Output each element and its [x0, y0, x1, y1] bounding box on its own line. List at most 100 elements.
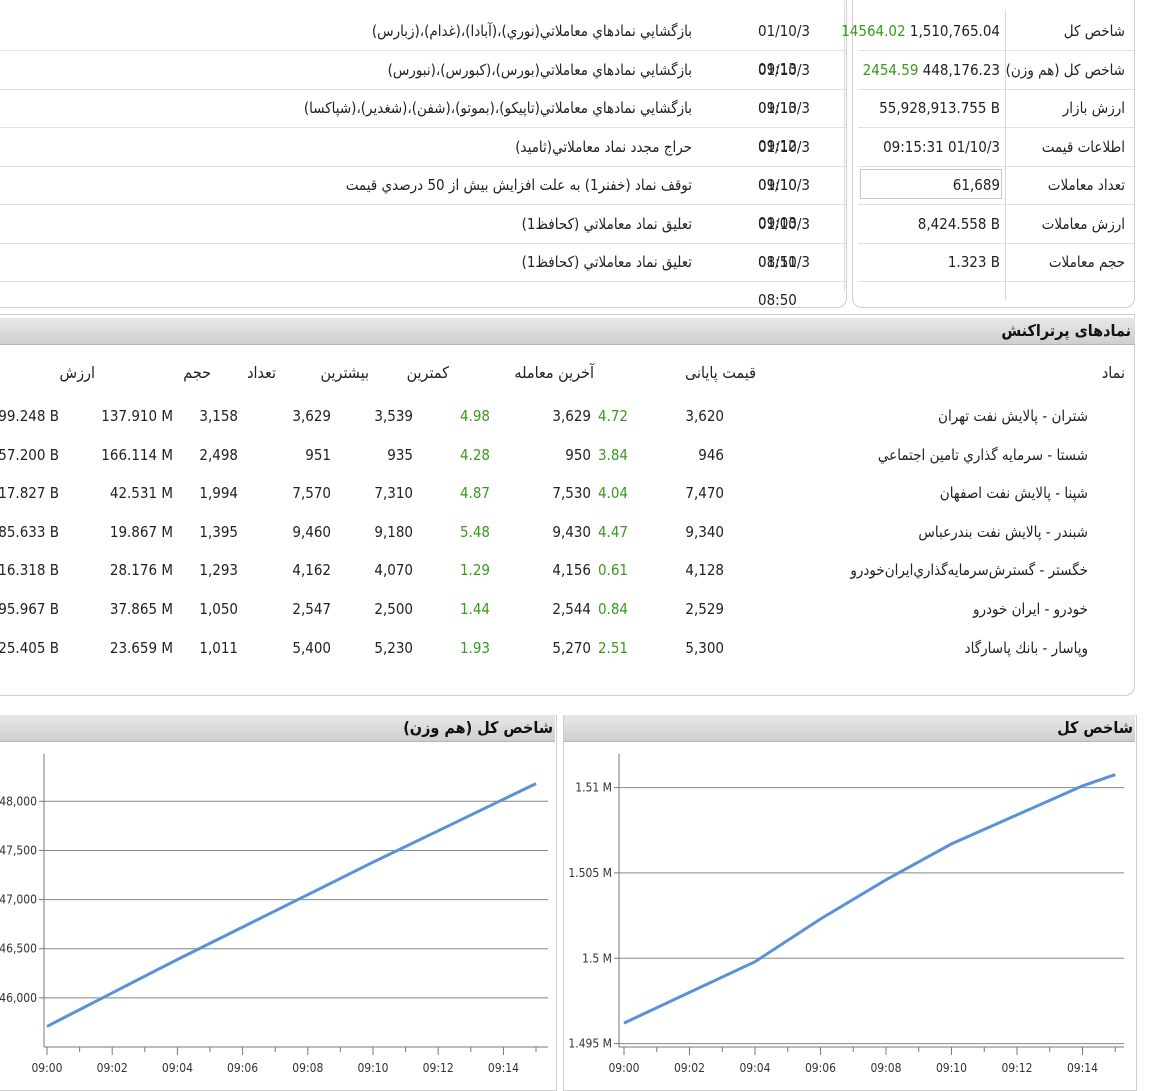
high-price: 5,400	[292, 638, 331, 657]
last-trade-percent: 1.29	[459, 561, 490, 580]
close-percent: 4.72	[597, 407, 628, 425]
table-row[interactable]: خگستر - گسترش‌سرمايه‌گذاري‌ايران‌خودرو 4,…	[0, 551, 1135, 589]
index-value: 1.323 B	[948, 243, 1000, 281]
last-trade-price: 7,530	[552, 484, 591, 503]
x-tick-label: 09:12	[423, 1061, 454, 1075]
x-tick-label: 09:02	[97, 1061, 128, 1075]
table-row[interactable]: شتران - پالايش نفت تهران 3,620 4.72 3,629 4.…	[0, 397, 1135, 435]
last-trade-percent: 4.87	[459, 484, 490, 503]
trade-count: 1,293	[199, 561, 238, 580]
y-tick-label: 447,000	[0, 893, 37, 907]
header-volume[interactable]: حجم	[183, 363, 211, 382]
message-time: 01/10/3 09:13	[758, 60, 811, 117]
row-separator	[0, 127, 846, 128]
index-number: 1,510,765.04	[909, 22, 1000, 40]
x-tick-label: 09:08	[292, 1061, 323, 1075]
y-tick-label: 1.495 M	[568, 1037, 612, 1051]
index-label: شاخص كل	[1063, 22, 1125, 40]
x-tick-label: 09:06	[805, 1061, 836, 1075]
trade-count: 1,994	[199, 484, 238, 503]
trade-volume: 28.176 M	[109, 561, 173, 580]
trade-value: 185.633 B	[0, 522, 59, 541]
symbol-name[interactable]: شستا - سرمايه گذاري تامين اجتماعي	[878, 436, 1088, 474]
row-separator	[0, 281, 846, 282]
message-text: بازگشايي نمادهاي معاملاتي(بورس)،(كبورس)،…	[387, 60, 692, 79]
header-last-trade[interactable]: آخرین معامله	[514, 363, 594, 382]
x-tick-label: 09:08	[870, 1061, 901, 1075]
symbol-name[interactable]: شبندر - پالايش نفت بندرعباس	[918, 513, 1088, 551]
trade-value: 116.318 B	[0, 561, 59, 580]
y-tick-label: 1.5 M	[582, 951, 612, 965]
index-value: 8,424.558 B	[918, 205, 1000, 243]
y-tick-label: 1.505 M	[568, 866, 612, 880]
divider	[1005, 10, 1006, 300]
index-value: 55,928,913.755 B	[879, 89, 1000, 127]
message-text: توقف نماد (خفنر1) به علت افزايش بيش از 5…	[345, 176, 692, 194]
y-tick-label: 448,000	[0, 794, 37, 808]
x-tick-label: 09:04	[162, 1061, 193, 1075]
index-change: 2454.59	[862, 60, 919, 79]
index-label: حجم معاملات	[1048, 253, 1125, 271]
series-line	[623, 773, 1116, 1025]
table-row[interactable]: خودرو - ايران‌ خودرو 2,529 0.84 2,544 1.44 2,…	[0, 590, 1135, 628]
index-label: شاخص كل (هم وزن)	[1005, 60, 1125, 79]
weighted-index-chart-titlebar: شاخص کل (هم وزن)	[0, 715, 555, 742]
header-symbol[interactable]: نماد	[1102, 363, 1125, 382]
table-row[interactable]: شپنا - پالايش نفت اصفهان 7,470 4.04 7,530 4.…	[0, 474, 1135, 512]
y-tick-label: 1.51 M	[575, 781, 612, 795]
index-number: 1.323 B	[947, 253, 1000, 271]
message-text: بازگشايي نمادهاي معاملاتي(تاپيكو)،(بموتو…	[303, 99, 692, 117]
high-price: 9,460	[292, 522, 331, 541]
header-high[interactable]: بیشترین	[321, 363, 369, 382]
total-index-chart-title: شاخص کل	[1057, 718, 1133, 737]
trade-volume: 37.865 M	[109, 600, 173, 618]
x-tick-label: 09:10	[357, 1061, 388, 1075]
x-tick-label: 09:12	[1001, 1061, 1032, 1075]
low-price: 3,539	[374, 407, 413, 425]
last-trade-price: 950	[565, 445, 591, 464]
message-time: 01/10/3 09:13	[758, 22, 811, 78]
trade-volume: 166.114 M	[101, 445, 173, 464]
y-tick-label: 446,500	[0, 942, 37, 956]
top-symbols-title: نمادهای پرتراکنش	[1001, 321, 1131, 340]
header-value[interactable]: ارزش	[60, 363, 95, 382]
header-close-price[interactable]: قیمت پایانی	[685, 363, 756, 382]
total-index-chart-titlebar: شاخص کل	[564, 715, 1135, 742]
row-separator	[858, 281, 1134, 282]
trade-value: 157.200 B	[0, 445, 59, 464]
header-count[interactable]: تعداد	[247, 363, 276, 382]
message-text: تعليق نماد معاملاتي (كحافظ1)	[521, 253, 692, 271]
close-price: 946	[698, 445, 724, 464]
last-trade-percent: 5.48	[459, 522, 490, 541]
symbol-name[interactable]: خودرو - ايران‌ خودرو	[973, 590, 1088, 628]
symbol-name[interactable]: وپاسار - بانك پاسارگاد	[965, 629, 1088, 667]
close-percent: 4.04	[597, 484, 628, 503]
close-price: 7,470	[685, 484, 724, 503]
symbol-name[interactable]: خگستر - گسترش‌سرمايه‌گذاري‌ايران‌خودرو	[850, 551, 1088, 589]
index-number: 8,424.558 B	[917, 214, 1000, 233]
weighted-index-chart-title: شاخص کل (هم وزن)	[403, 718, 553, 737]
close-percent: 4.47	[597, 522, 628, 541]
message-time: 01/10/3 09:12	[758, 99, 811, 155]
table-row[interactable]: وپاسار - بانك پاسارگاد 5,300 2.51 5,270 1.93…	[0, 629, 1135, 667]
close-price: 9,340	[685, 522, 724, 541]
y-tick-label: 446,000	[0, 991, 37, 1005]
symbol-name[interactable]: شتران - پالايش نفت تهران	[938, 397, 1088, 435]
message-time: 01/10/3 09:10	[758, 137, 811, 194]
index-value: 14564.02 1,510,765.04	[841, 12, 1000, 50]
close-price: 4,128	[685, 561, 724, 580]
table-row[interactable]: شستا - سرمايه گذاري تامين اجتماعي 946 3.84…	[0, 436, 1135, 474]
last-trade-percent: 4.28	[459, 445, 490, 464]
top-symbols-titlebar: نمادهای پرتراکنش	[0, 318, 1135, 345]
trade-volume: 23.659 M	[109, 638, 173, 657]
symbol-name[interactable]: شپنا - پالايش نفت اصفهان	[940, 474, 1088, 512]
index-label: تعداد معاملات	[1047, 176, 1125, 194]
x-tick-label: 09:00	[31, 1061, 62, 1075]
header-low[interactable]: کمترین	[407, 363, 449, 382]
high-price: 3,629	[292, 407, 331, 425]
x-tick-label: 09:14	[488, 1061, 519, 1075]
message-time: 01/10/3 08:50	[758, 253, 811, 309]
table-row[interactable]: شبندر - پالايش نفت بندرعباس 9,340 4.47 9,43…	[0, 513, 1135, 551]
close-percent: 2.51	[597, 638, 628, 657]
last-trade-price: 2,544	[552, 600, 591, 618]
